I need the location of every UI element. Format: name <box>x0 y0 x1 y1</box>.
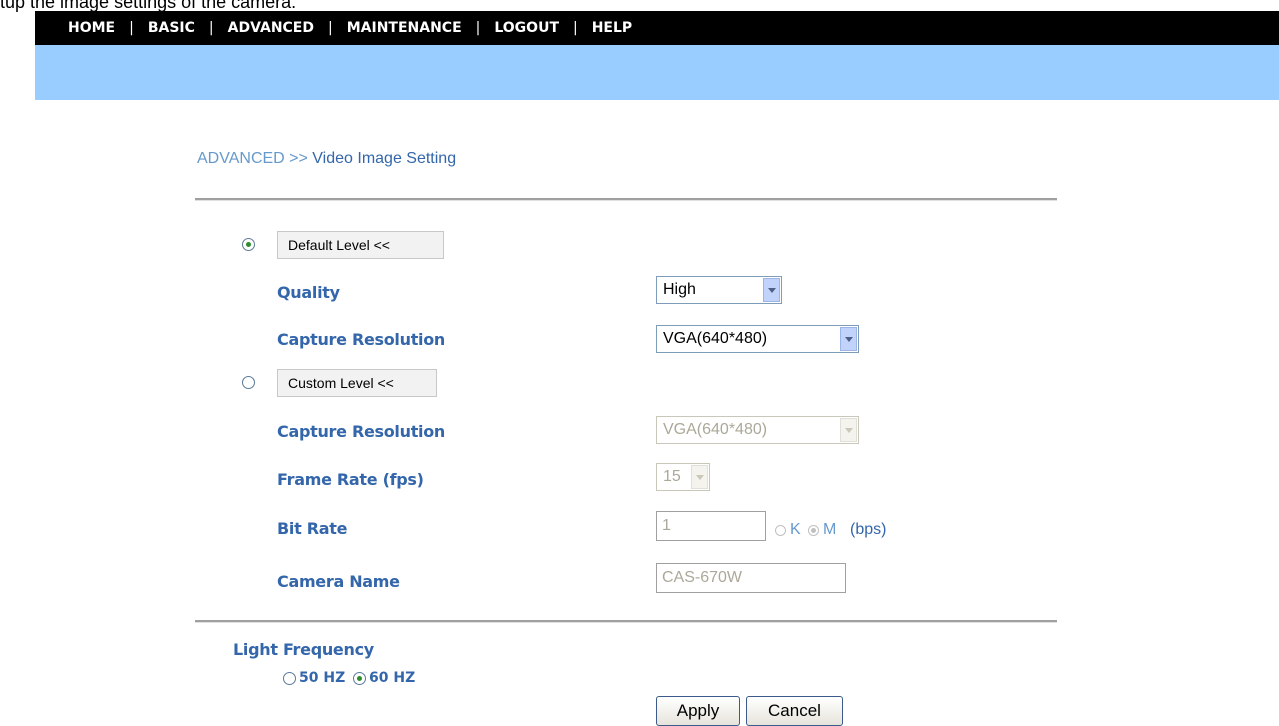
nav-separator: | <box>208 20 214 36</box>
quality-select[interactable]: High <box>656 276 782 304</box>
chevron-down-icon[interactable] <box>763 278 780 302</box>
divider-top <box>195 198 1057 201</box>
bit-rate-unit-m-radio[interactable] <box>808 525 819 536</box>
nav-advanced[interactable]: ADVANCED <box>228 20 314 36</box>
bit-rate-unit-k-radio[interactable] <box>775 525 786 536</box>
nav-maintenance[interactable]: MAINTENANCE <box>347 20 462 36</box>
default-level-button[interactable]: Default Level << <box>277 231 444 259</box>
bit-rate-label: Bit Rate <box>277 519 348 538</box>
bit-rate-unit-k-label: K <box>790 521 801 538</box>
nav-home[interactable]: HOME <box>68 20 115 36</box>
header-banner <box>35 45 1279 100</box>
breadcrumb-section: ADVANCED >> <box>197 150 313 167</box>
custom-capture-resolution-select[interactable]: VGA(640*480) <box>656 416 859 444</box>
bit-rate-suffix: (bps) <box>850 521 887 538</box>
custom-capture-resolution-label: Capture Resolution <box>277 422 446 441</box>
quality-select-value: High <box>663 281 696 298</box>
default-capture-resolution-select[interactable]: VGA(640*480) <box>656 325 859 353</box>
quality-label: Quality <box>277 283 340 302</box>
light-frequency-label: Light Frequency <box>233 640 374 659</box>
bit-rate-unit-m-label: M <box>823 521 837 538</box>
page-title: Video Image Setting <box>312 150 457 167</box>
frame-rate-value: 15 <box>663 468 681 485</box>
divider-bottom <box>195 620 1057 623</box>
breadcrumb: ADVANCED >> Video Image Setting <box>197 150 456 168</box>
top-navigation: HOME | BASIC | ADVANCED | MAINTENANCE | … <box>35 11 1279 45</box>
nav-help[interactable]: HELP <box>592 20 632 36</box>
default-capture-resolution-value: VGA(640*480) <box>663 330 768 347</box>
frame-rate-label: Frame Rate (fps) <box>277 470 424 489</box>
light-frequency-50-label: 50 HZ <box>299 670 346 686</box>
custom-level-button[interactable]: Custom Level << <box>277 369 437 397</box>
camera-name-label: Camera Name <box>277 572 400 591</box>
camera-name-input[interactable]: CAS-670W <box>656 563 846 593</box>
nav-logout[interactable]: LOGOUT <box>494 20 559 36</box>
light-frequency-60-radio[interactable] <box>353 672 366 685</box>
custom-level-radio[interactable] <box>242 376 255 389</box>
cancel-button[interactable]: Cancel <box>746 696 843 726</box>
light-frequency-50-radio[interactable] <box>283 672 296 685</box>
bit-rate-input[interactable]: 1 <box>656 511 766 541</box>
light-frequency-60-label: 60 HZ <box>369 670 416 686</box>
frame-rate-select[interactable]: 15 <box>656 463 710 491</box>
nav-separator: | <box>328 20 333 36</box>
default-capture-resolution-label: Capture Resolution <box>277 330 446 349</box>
chevron-down-icon[interactable] <box>840 327 857 351</box>
nav-separator: | <box>129 20 134 36</box>
default-level-radio[interactable] <box>242 238 255 251</box>
nav-separator: | <box>573 20 578 36</box>
nav-basic[interactable]: BASIC <box>148 20 195 36</box>
nav-separator: | <box>475 20 481 36</box>
chevron-down-icon[interactable] <box>691 465 708 489</box>
chevron-down-icon[interactable] <box>840 418 857 442</box>
apply-button[interactable]: Apply <box>656 696 740 726</box>
custom-capture-resolution-value: VGA(640*480) <box>663 421 768 438</box>
